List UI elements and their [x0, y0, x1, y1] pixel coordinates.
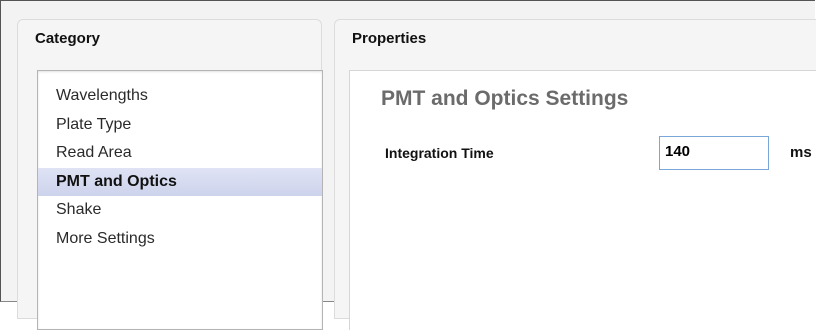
category-panel-title: Category [35, 30, 101, 47]
category-item-plate-type[interactable]: Plate Type [38, 111, 322, 140]
properties-panel: Properties PMT and Optics Settings Integ… [334, 19, 816, 330]
category-panel: Category Wavelengths Plate Type Read Are… [17, 19, 323, 330]
properties-content: PMT and Optics Settings Integration Time… [349, 70, 816, 330]
properties-panel-title: Properties [352, 30, 427, 47]
integration-time-unit: ms [790, 144, 812, 161]
category-item-wavelengths[interactable]: Wavelengths [38, 82, 322, 111]
integration-time-input[interactable] [659, 136, 769, 170]
category-item-shake[interactable]: Shake [38, 196, 322, 225]
integration-time-label: Integration Time [385, 145, 494, 161]
category-item-more-settings[interactable]: More Settings [38, 225, 322, 254]
category-item-pmt-and-optics[interactable]: PMT and Optics [38, 167, 322, 196]
category-list[interactable]: Wavelengths Plate Type Read Area PMT and… [37, 70, 323, 330]
settings-window: Category Wavelengths Plate Type Read Are… [0, 0, 816, 330]
section-heading: PMT and Optics Settings [381, 87, 629, 110]
category-item-read-area[interactable]: Read Area [38, 139, 322, 168]
